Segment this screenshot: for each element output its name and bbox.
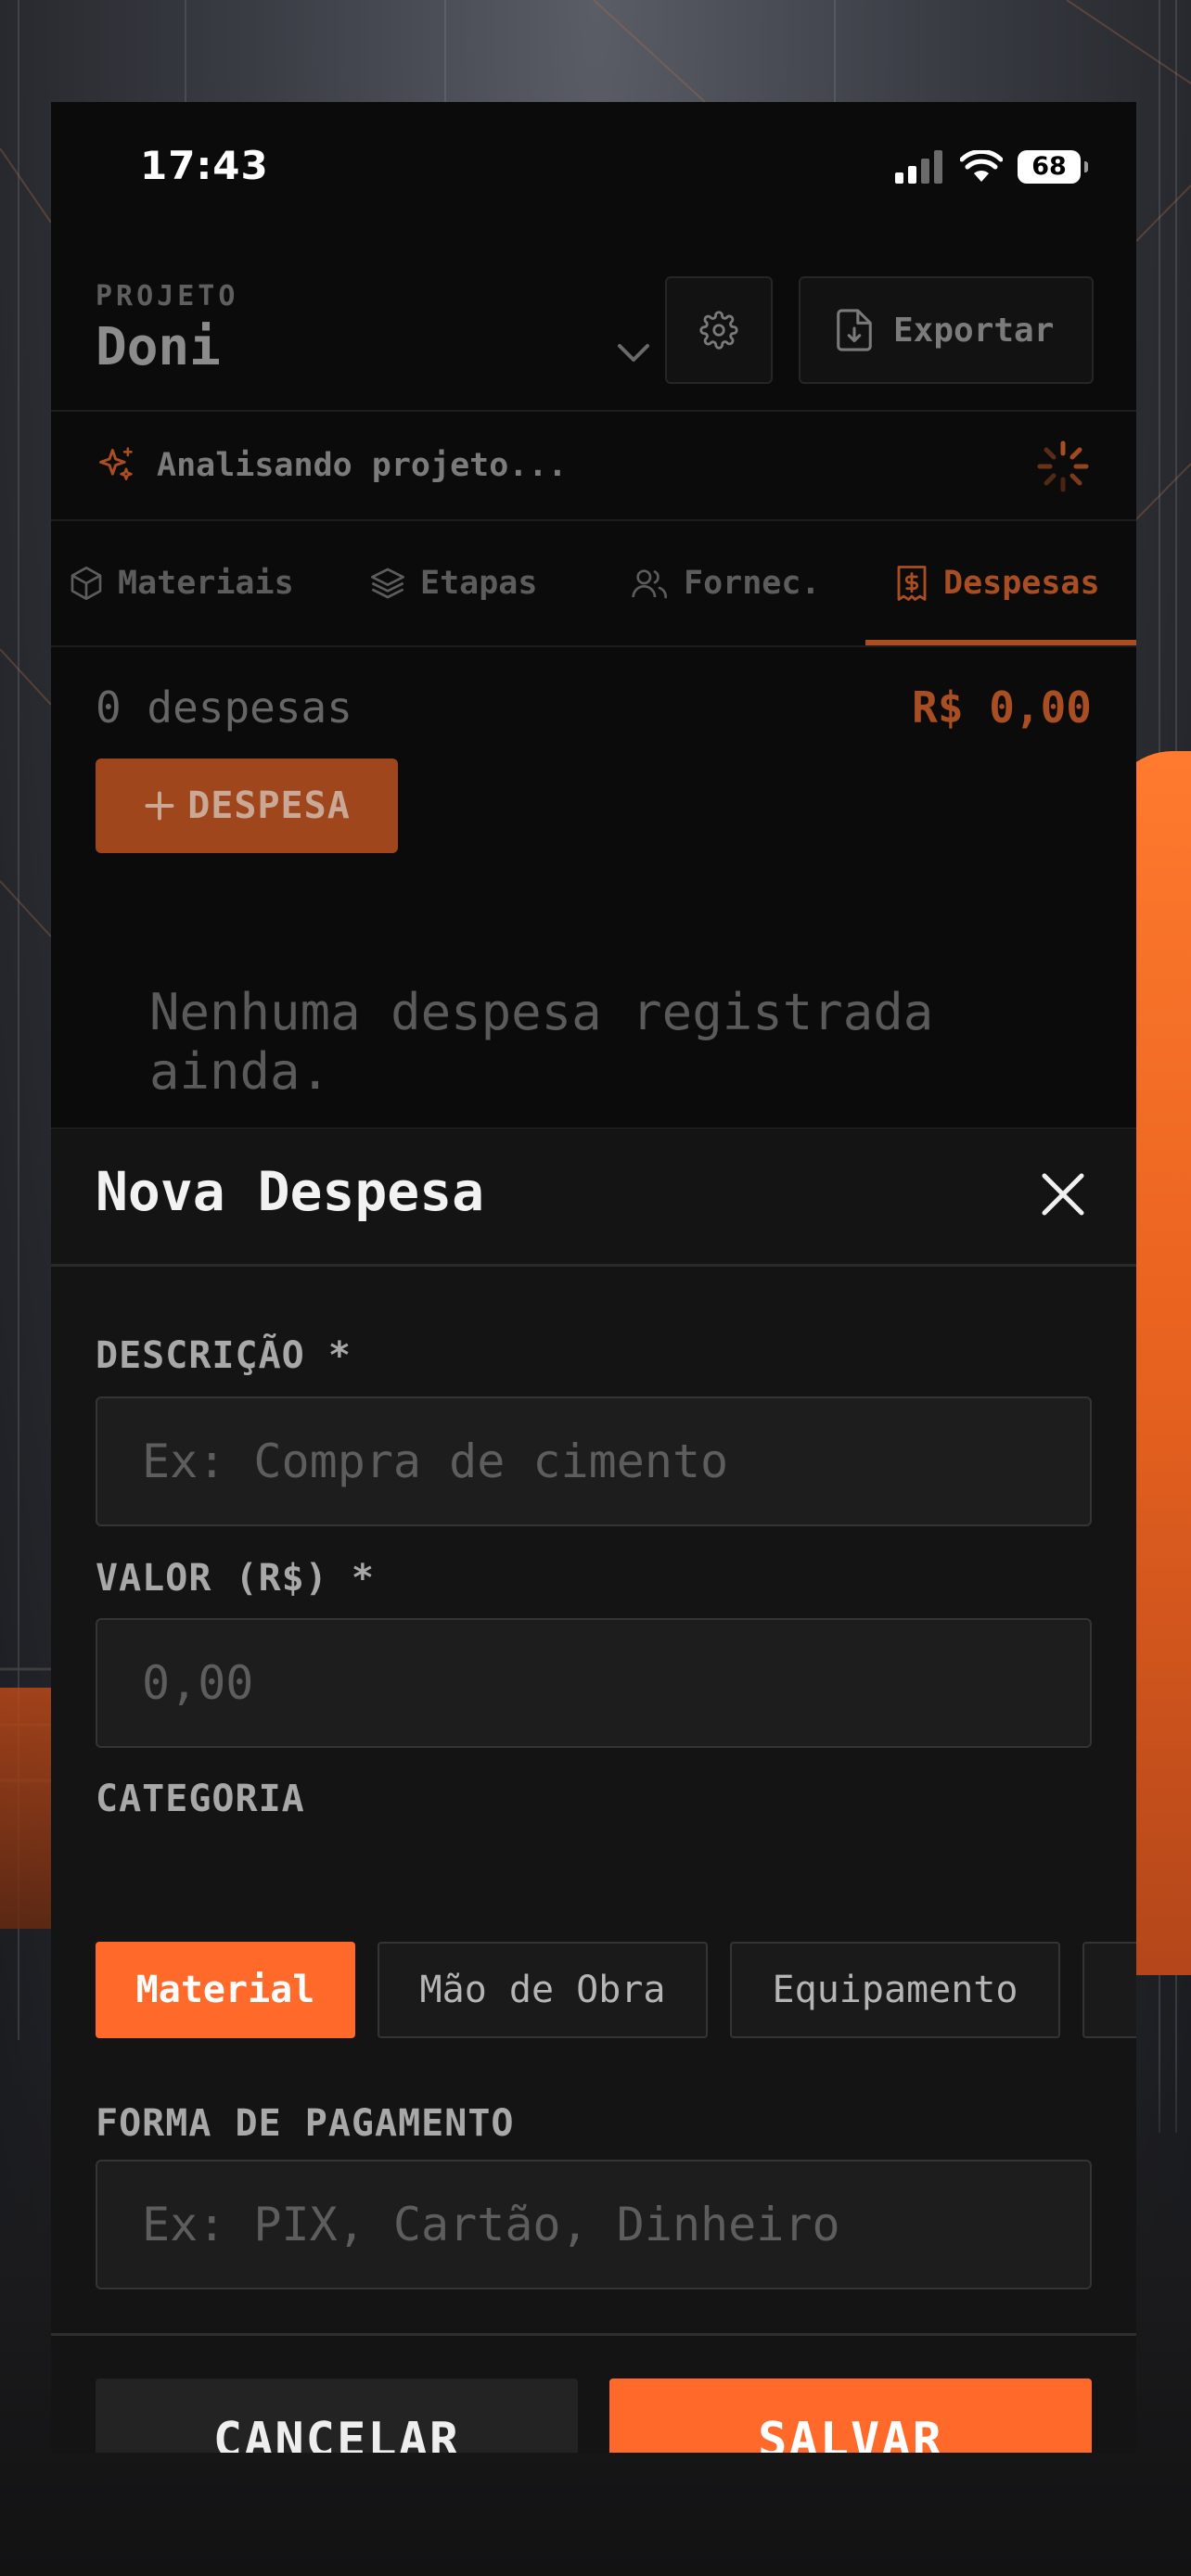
sheet-title: Nova Despesa — [96, 1160, 485, 1223]
tab-label: Fornec. — [684, 565, 821, 602]
tab-label: Despesas — [943, 565, 1100, 602]
description-input[interactable] — [96, 1396, 1092, 1526]
value-label: VALOR (R$) * — [96, 1557, 375, 1600]
plus-icon — [145, 791, 174, 821]
category-chip-equipamento[interactable]: Equipamento — [730, 1942, 1060, 2038]
settings-button[interactable] — [665, 276, 773, 384]
status-time: 17:43 — [140, 143, 269, 188]
active-tab-indicator — [865, 640, 1136, 645]
cellular-signal-icon — [895, 150, 942, 184]
users-icon — [632, 569, 668, 599]
loading-spinner-icon — [1037, 440, 1089, 492]
expense-total: R$ 0,00 — [912, 682, 1092, 733]
export-button[interactable]: Exportar — [799, 276, 1094, 384]
close-icon — [1042, 1173, 1084, 1216]
empty-state-text: Nenhuma despesa registrada ainda. — [149, 983, 934, 1101]
file-download-icon — [837, 309, 872, 351]
sparkles-icon — [99, 447, 133, 480]
category-chip-more[interactable] — [1082, 1942, 1136, 2038]
wifi-icon — [960, 150, 1003, 182]
project-label: PROJETO — [96, 280, 239, 312]
tab-fornecedores[interactable]: Fornec. — [630, 521, 821, 645]
status-icons: 68 — [895, 150, 1088, 184]
box-icon — [70, 567, 102, 600]
add-expense-label: DESPESA — [187, 784, 351, 827]
tab-etapas[interactable]: Etapas — [368, 521, 537, 645]
battery-indicator: 68 — [1018, 150, 1088, 184]
payment-method-input[interactable] — [96, 2160, 1092, 2289]
tab-label: Materiais — [118, 565, 294, 602]
add-expense-button[interactable]: DESPESA — [96, 759, 398, 853]
tab-bar: Materiais Etapas Fornec. Despesas — [51, 521, 1136, 647]
project-selector[interactable]: Doni — [96, 317, 221, 377]
tab-label: Etapas — [420, 565, 538, 602]
category-chip-list: Material Mão de Obra Equipamento — [96, 1942, 1136, 2038]
save-button[interactable]: SALVAR — [609, 2378, 1092, 2453]
sheet-header: Nova Despesa — [51, 1129, 1136, 1267]
analysis-status-bar: Analisando projeto... — [51, 412, 1136, 521]
sheet-footer-divider — [51, 2333, 1136, 2336]
close-button[interactable] — [1034, 1166, 1092, 1223]
gear-icon — [699, 311, 738, 350]
payment-method-label: FORMA DE PAGAMENTO — [96, 2102, 515, 2145]
layers-icon — [371, 567, 404, 599]
export-label: Exportar — [893, 311, 1055, 350]
category-chip-material[interactable]: Material — [96, 1942, 355, 2038]
status-bar: 17:43 68 — [51, 102, 1136, 241]
project-header: PROJETO Doni Exportar — [51, 241, 1136, 412]
receipt-icon — [897, 566, 927, 601]
app-window: 17:43 68 PROJETO Doni Exportar Analisand… — [51, 102, 1136, 2453]
tab-materiais[interactable]: Materiais — [68, 521, 294, 645]
tab-despesas[interactable]: Despesas — [893, 521, 1100, 645]
category-label: CATEGORIA — [96, 1778, 305, 1820]
analysis-status-text: Analisando projeto... — [157, 447, 568, 484]
description-label: DESCRIÇÃO * — [96, 1334, 352, 1377]
expense-count: 0 despesas — [96, 682, 352, 733]
value-input[interactable] — [96, 1618, 1092, 1748]
chevron-down-icon[interactable] — [617, 343, 650, 363]
category-chip-mao-de-obra[interactable]: Mão de Obra — [378, 1942, 708, 2038]
cancel-button[interactable]: CANCELAR — [96, 2378, 578, 2453]
new-expense-sheet: Nova Despesa DESCRIÇÃO * VALOR (R$) * CA… — [51, 1128, 1136, 2453]
background-orange-glow — [0, 1688, 56, 1929]
